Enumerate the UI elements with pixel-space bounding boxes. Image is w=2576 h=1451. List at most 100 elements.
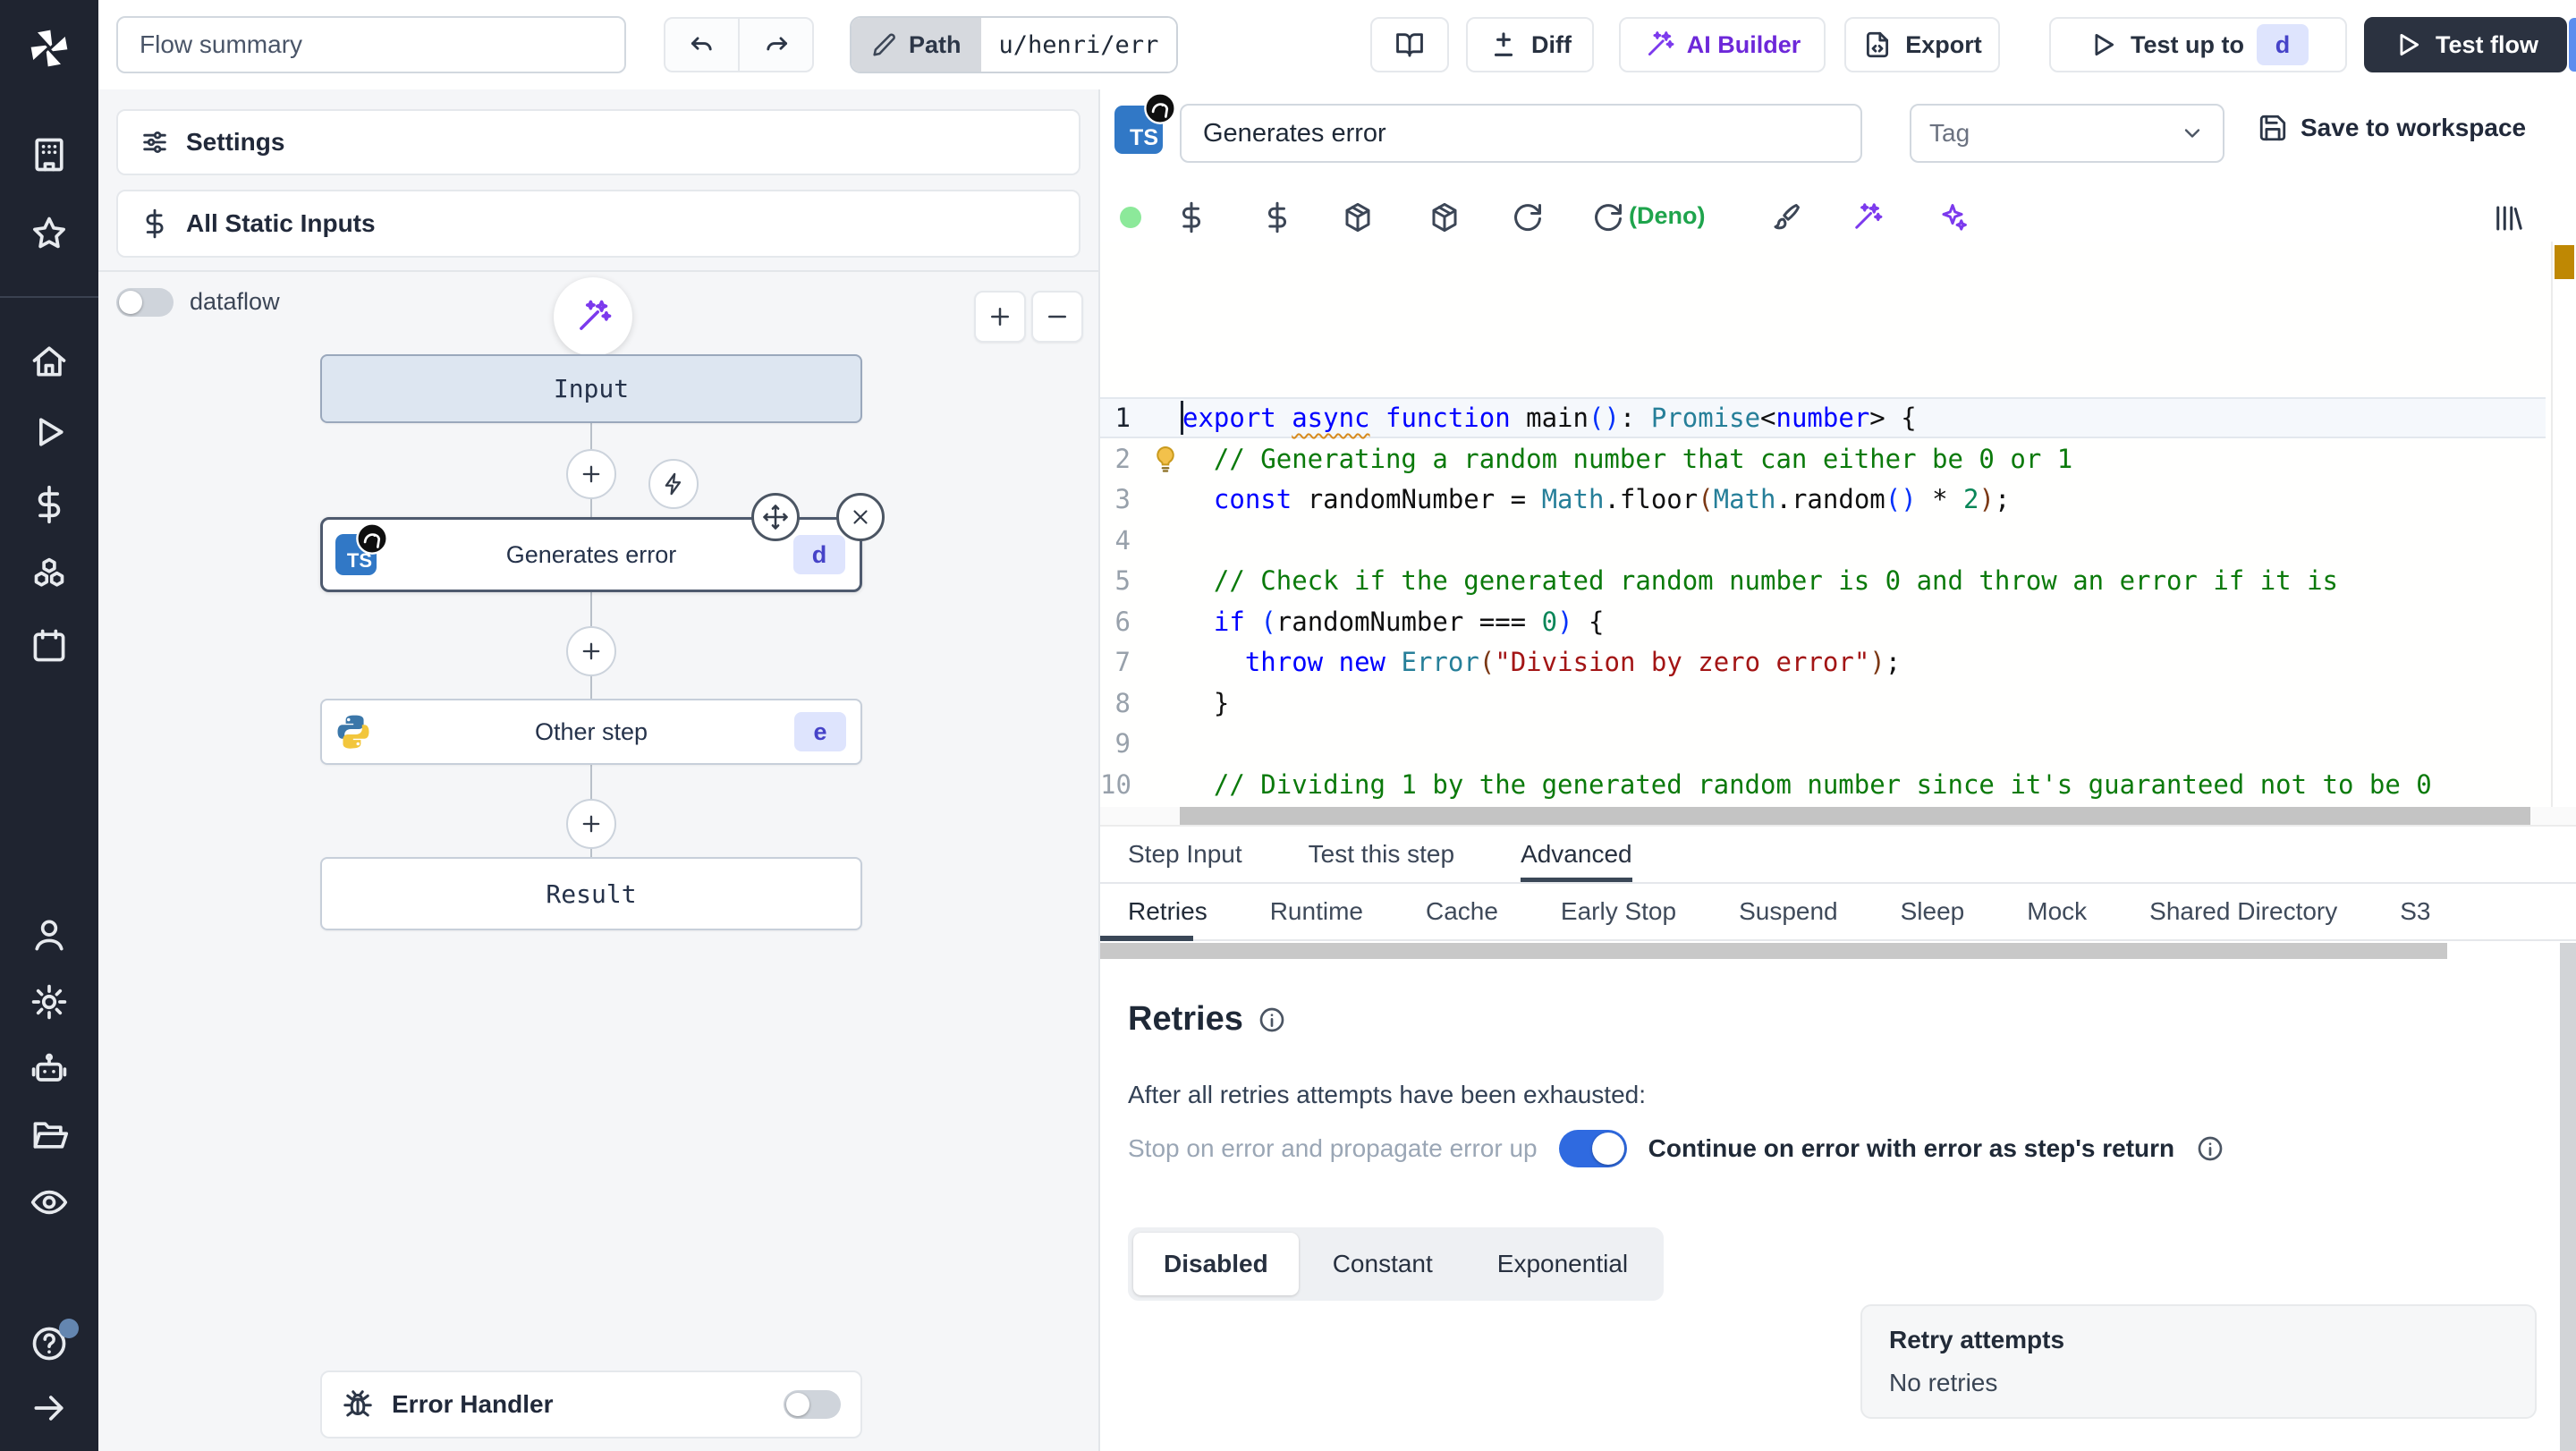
sidebar-star-icon[interactable] bbox=[30, 214, 69, 253]
sparkles-icon[interactable] bbox=[1936, 201, 1969, 233]
node-input[interactable]: Input bbox=[320, 354, 862, 423]
refresh-icon[interactable] bbox=[1512, 201, 1544, 233]
ai-builder-button[interactable]: AI Builder bbox=[1619, 17, 1826, 72]
tab-test-this-step[interactable]: Test this step bbox=[1309, 827, 1454, 882]
package-icon[interactable] bbox=[1342, 201, 1374, 233]
test-up-to-button[interactable]: Test up to d bbox=[2049, 17, 2347, 72]
sidebar-arrow-right-icon[interactable] bbox=[30, 1388, 69, 1428]
save-to-workspace-button[interactable]: Save to workspace bbox=[2258, 113, 2526, 143]
retry-attempts-label: Retry attempts bbox=[1889, 1326, 2065, 1353]
subtab-cache[interactable]: Cache bbox=[1426, 897, 1498, 926]
play-icon bbox=[2393, 30, 2423, 60]
error-handler-card[interactable]: Error Handler bbox=[320, 1370, 862, 1438]
stop-on-error-label: Stop on error and propagate error up bbox=[1128, 1134, 1538, 1162]
retry-strategy-segmented: Disabled Constant Exponential bbox=[1128, 1227, 1665, 1301]
diff-button[interactable]: Diff bbox=[1466, 17, 1594, 72]
line-number: 9 bbox=[1114, 728, 1131, 759]
windmill-logo[interactable] bbox=[26, 25, 72, 72]
sidebar-cubes-icon[interactable] bbox=[30, 556, 69, 595]
subtab-sleep[interactable]: Sleep bbox=[1901, 897, 1965, 926]
add-step-button[interactable] bbox=[566, 626, 616, 676]
continue-on-error-toggle[interactable] bbox=[1558, 1130, 1627, 1167]
brush-icon[interactable] bbox=[1770, 201, 1802, 233]
subtab-s3[interactable]: S3 bbox=[2400, 897, 2430, 926]
scrollbar-thumb[interactable] bbox=[1100, 943, 2447, 959]
subtabs-h-scrollbar[interactable] bbox=[1100, 943, 2576, 959]
path-button[interactable]: Path u/henri/err bbox=[850, 16, 1179, 73]
docs-button[interactable] bbox=[1370, 17, 1449, 72]
wand-icon[interactable] bbox=[1851, 201, 1883, 233]
subtab-mock[interactable]: Mock bbox=[2027, 897, 2087, 926]
dollar-icon[interactable] bbox=[1261, 201, 1293, 233]
subtab-suspend[interactable]: Suspend bbox=[1739, 897, 1838, 926]
save-label: Save to workspace bbox=[2301, 114, 2527, 141]
package-icon[interactable] bbox=[1428, 201, 1461, 233]
editor-h-scrollbar[interactable] bbox=[1100, 807, 2576, 825]
flow-summary-input[interactable] bbox=[116, 16, 626, 73]
plus-icon bbox=[579, 462, 604, 487]
code-editor[interactable]: 12345678910111213 export async function … bbox=[1100, 242, 2576, 807]
sidebar-user-icon[interactable] bbox=[30, 915, 69, 955]
test-flow-label: Test flow bbox=[2435, 30, 2538, 58]
subtab-shared-directory[interactable]: Shared Directory bbox=[2149, 897, 2337, 926]
dataflow-toggle[interactable] bbox=[116, 288, 174, 317]
content-v-scrollbar[interactable] bbox=[2560, 943, 2576, 1451]
node-other-step[interactable]: Other step e bbox=[320, 699, 862, 765]
sidebar-eye-icon[interactable] bbox=[30, 1183, 69, 1222]
ai-builder-label: AI Builder bbox=[1686, 30, 1801, 58]
code-line-1: export async function main(): Promise<nu… bbox=[1182, 403, 1917, 433]
error-handler-toggle[interactable] bbox=[784, 1390, 841, 1419]
deno-icon bbox=[1143, 91, 1177, 125]
flow-settings-card[interactable]: Settings bbox=[116, 109, 1080, 175]
sidebar-building-icon[interactable] bbox=[30, 135, 69, 174]
undo-button[interactable] bbox=[665, 19, 738, 71]
trigger-button[interactable] bbox=[648, 459, 699, 509]
continue-on-error-row: Stop on error and propagate error up Con… bbox=[1128, 1127, 2224, 1170]
subtab-early-stop[interactable]: Early Stop bbox=[1561, 897, 1676, 926]
subtab-runtime[interactable]: Runtime bbox=[1270, 897, 1363, 926]
redo-icon bbox=[761, 30, 792, 60]
node-result[interactable]: Result bbox=[320, 857, 862, 930]
refresh-icon[interactable] bbox=[1592, 201, 1624, 233]
library-icon[interactable] bbox=[2492, 202, 2524, 234]
edge-panel-handle[interactable] bbox=[2569, 18, 2576, 72]
lightbulb-icon[interactable] bbox=[1150, 444, 1181, 474]
move-step-button[interactable] bbox=[751, 493, 800, 541]
sidebar-dollar-icon[interactable] bbox=[30, 485, 69, 524]
sidebar-calendar-icon[interactable] bbox=[30, 626, 69, 666]
graph-ai-button[interactable] bbox=[554, 277, 632, 356]
sidebar-robot-icon[interactable] bbox=[30, 1050, 69, 1090]
add-step-button[interactable] bbox=[566, 799, 616, 849]
wand-icon bbox=[1644, 30, 1674, 60]
sidebar-play-icon[interactable] bbox=[30, 412, 69, 452]
all-static-inputs-card[interactable]: All Static Inputs bbox=[116, 190, 1080, 258]
tab-step-input[interactable]: Step Input bbox=[1128, 827, 1242, 882]
retries-title: Retries bbox=[1128, 1000, 1243, 1038]
redo-button[interactable] bbox=[738, 19, 812, 71]
toggle-knob bbox=[1591, 1133, 1624, 1165]
tag-select[interactable]: Tag bbox=[1910, 104, 2224, 163]
zoom-out-button[interactable] bbox=[1031, 291, 1083, 343]
settings-label: Settings bbox=[186, 128, 285, 156]
test-flow-button[interactable]: Test flow bbox=[2364, 17, 2567, 72]
sidebar-folder-icon[interactable] bbox=[30, 1116, 69, 1155]
retry-strategy-exponential[interactable]: Exponential bbox=[1467, 1233, 1658, 1295]
retry-strategy-constant[interactable]: Constant bbox=[1302, 1233, 1463, 1295]
retry-strategy-disabled[interactable]: Disabled bbox=[1133, 1233, 1299, 1295]
subtab-retries[interactable]: Retries bbox=[1128, 897, 1208, 926]
add-step-button[interactable] bbox=[566, 449, 616, 499]
zoom-in-button[interactable] bbox=[974, 291, 1026, 343]
sidebar-home-icon[interactable] bbox=[30, 342, 69, 381]
scrollbar-thumb[interactable] bbox=[2560, 943, 2576, 1451]
dollar-icon[interactable] bbox=[1175, 201, 1208, 233]
scrollbar-thumb[interactable] bbox=[1180, 807, 2530, 825]
info-icon[interactable] bbox=[2196, 1134, 2224, 1163]
info-icon[interactable] bbox=[1258, 1006, 1286, 1034]
retry-attempts-card: Retry attempts No retries bbox=[1860, 1304, 2537, 1419]
tab-advanced[interactable]: Advanced bbox=[1521, 827, 1632, 882]
delete-step-button[interactable] bbox=[836, 493, 885, 541]
export-button[interactable]: Export bbox=[1844, 17, 2000, 72]
sidebar-gear-icon[interactable] bbox=[30, 982, 69, 1022]
deno-icon bbox=[355, 522, 389, 556]
step-name-input[interactable] bbox=[1180, 104, 1862, 163]
